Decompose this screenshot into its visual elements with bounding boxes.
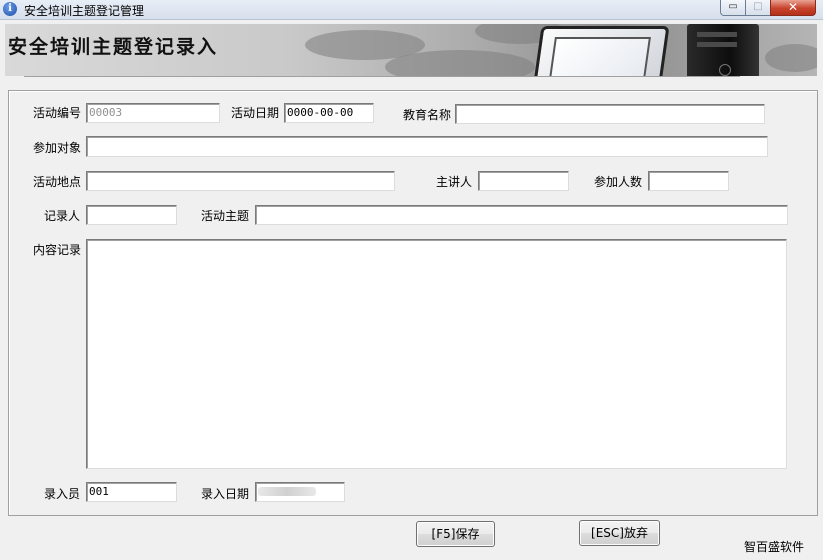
activity-no-field[interactable]: 00003 <box>86 103 220 123</box>
computer-monitor-icon <box>532 26 670 76</box>
theme-field[interactable] <box>255 205 788 225</box>
monitor-screen <box>547 37 651 76</box>
edu-name-field[interactable] <box>455 104 765 124</box>
recorder-field[interactable] <box>86 205 177 225</box>
entry-clerk-label: 录入员 <box>44 487 81 501</box>
content-label: 内容记录 <box>33 243 82 257</box>
drive-bay <box>697 42 737 47</box>
minimize-button[interactable]: ▭ <box>720 0 746 16</box>
close-button[interactable]: ✕ <box>770 0 816 16</box>
speaker-field[interactable] <box>478 171 569 191</box>
theme-label: 活动主题 <box>201 209 250 223</box>
divider <box>24 76 740 77</box>
participants-field[interactable] <box>86 136 768 157</box>
discard-button[interactable]: [ESC]放弃 <box>579 520 660 546</box>
title-bar: i 安全培训主题登记管理 ▭ □ ✕ <box>0 0 823 20</box>
brand-label: 智百盛软件 <box>744 540 805 554</box>
speaker-label: 主讲人 <box>436 175 473 189</box>
page-title: 安全培训主题登记录入 <box>8 36 219 58</box>
window-title: 安全培训主题登记管理 <box>24 4 145 18</box>
info-icon: i <box>3 2 17 16</box>
save-button[interactable]: [F5]保存 <box>416 521 495 547</box>
header-banner: 安全培训主题登记录入 <box>5 24 817 76</box>
content-textarea[interactable] <box>86 239 787 469</box>
activity-date-field[interactable]: 0000-00-00 <box>284 103 374 123</box>
drive-bay <box>697 32 737 37</box>
entry-date-value <box>258 487 316 496</box>
banner-decoration <box>385 50 535 76</box>
participants-label: 参加对象 <box>33 141 82 155</box>
banner-decoration <box>765 44 817 72</box>
entry-date-label: 录入日期 <box>201 487 250 501</box>
computer-tower-icon <box>687 24 759 76</box>
maximize-button[interactable]: □ <box>745 0 771 16</box>
entry-date-field[interactable] <box>255 482 345 502</box>
entry-clerk-field[interactable]: 001 <box>86 482 177 502</box>
attendee-count-label: 参加人数 <box>594 175 643 189</box>
attendee-count-field[interactable] <box>648 171 729 191</box>
edu-name-label: 教育名称 <box>403 108 452 122</box>
power-button-icon <box>719 64 731 76</box>
activity-date-label: 活动日期 <box>231 106 280 120</box>
recorder-label: 记录人 <box>44 209 81 223</box>
location-label: 活动地点 <box>33 175 82 189</box>
location-field[interactable] <box>86 171 395 191</box>
activity-no-label: 活动编号 <box>33 106 82 120</box>
